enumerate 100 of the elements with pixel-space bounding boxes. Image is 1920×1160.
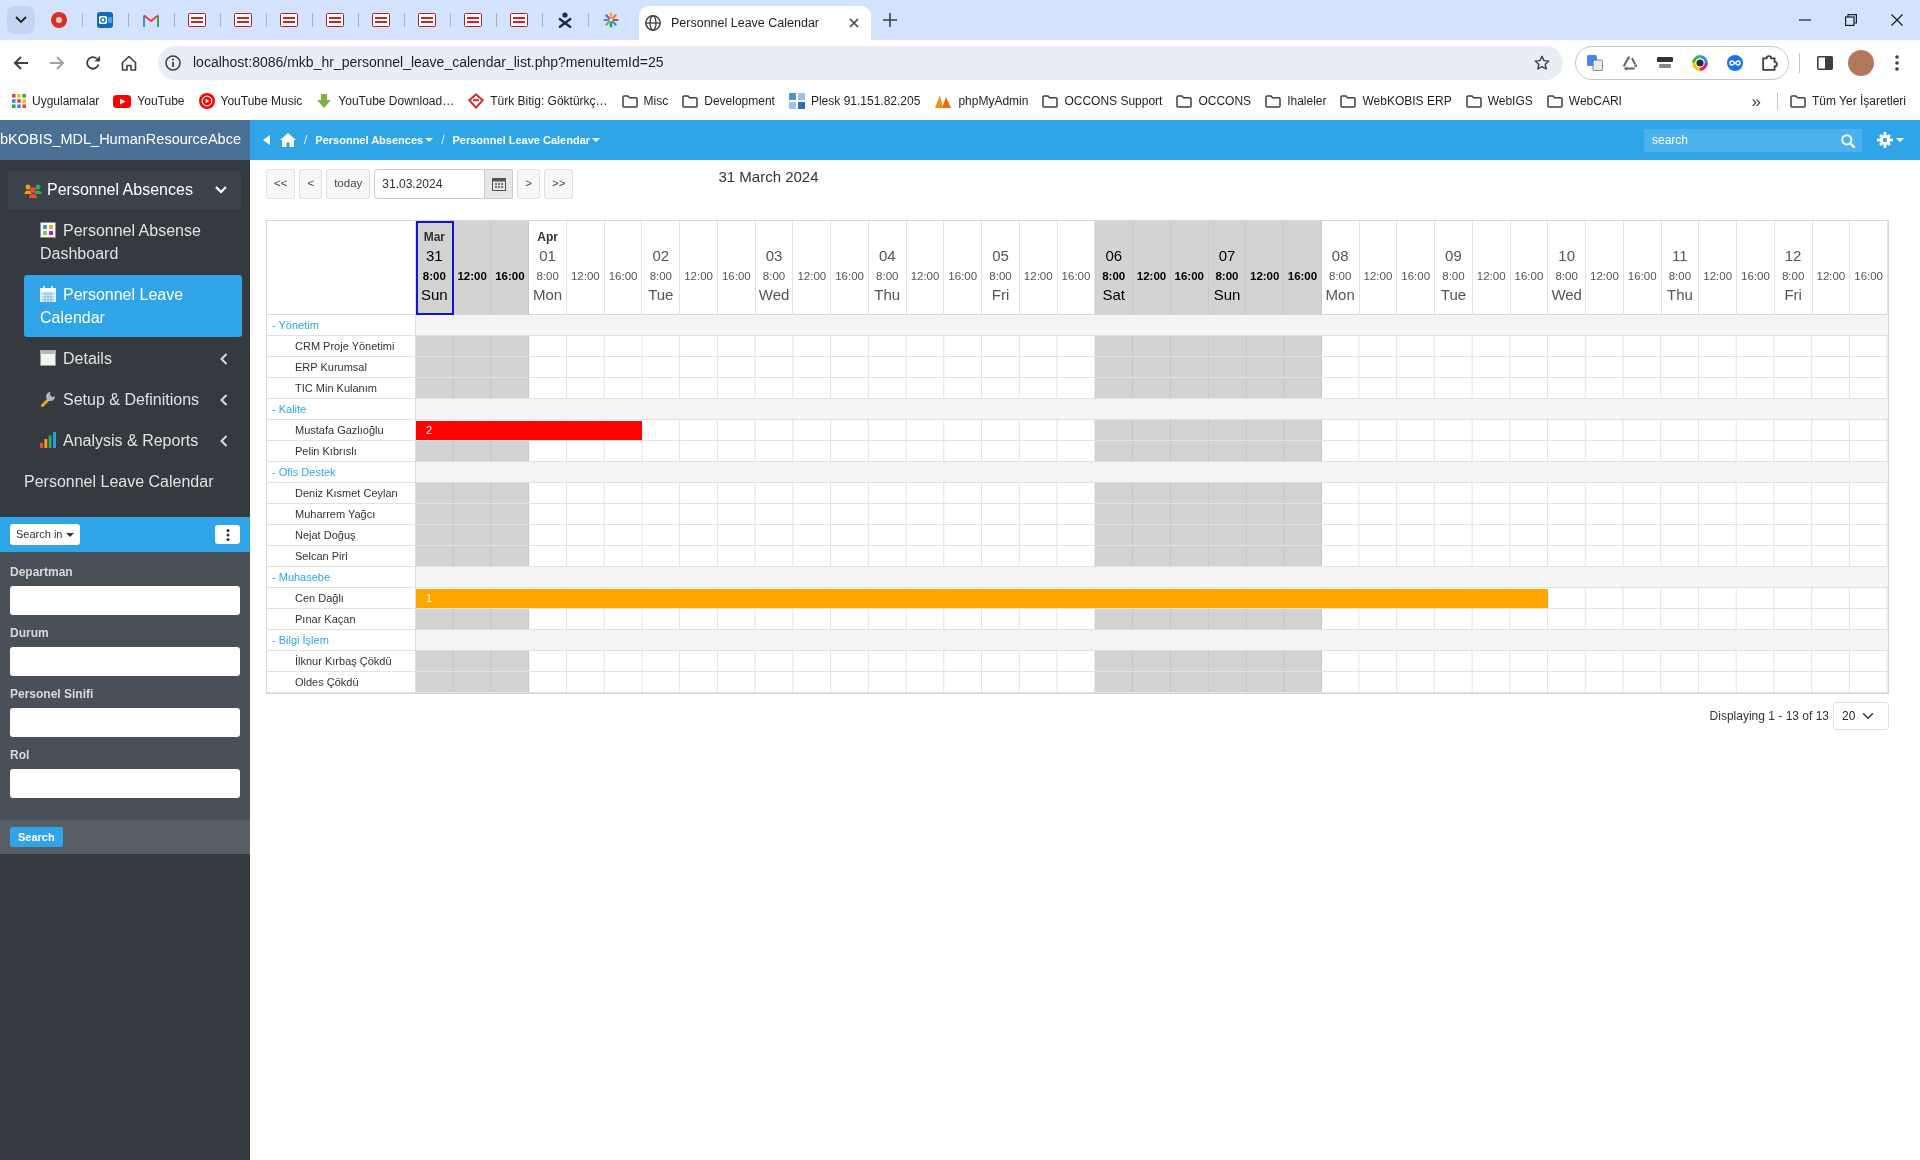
day-number: 08: [1331, 247, 1349, 265]
time-label: 16:00: [1514, 269, 1544, 283]
text-input[interactable]: [10, 647, 240, 676]
text-input[interactable]: [10, 769, 240, 798]
people-icon: [24, 182, 42, 198]
calendar-nav-button[interactable]: >>: [544, 169, 574, 199]
logo-icon: [418, 13, 436, 27]
time-label: 12:00: [1023, 269, 1053, 283]
logo-icon: [372, 13, 390, 27]
page-title: Personnel Leave Calendar: [24, 472, 214, 492]
month-label: Apr: [537, 230, 558, 244]
folder-icon: [1340, 94, 1357, 108]
bookmark-link[interactable]: OCCONS Support: [1042, 92, 1163, 110]
settings-icon: [1877, 132, 1893, 148]
time-label: 16:00: [948, 269, 978, 283]
recycle-icon[interactable]: [1621, 54, 1638, 71]
sidebar-menu-header[interactable]: Personnel Absences: [8, 171, 241, 209]
day-number: 05: [992, 247, 1009, 265]
leave-bar: 1: [416, 589, 1549, 608]
wrench-icon: [40, 391, 56, 407]
more-bookmarks-button[interactable]: »: [1751, 92, 1761, 110]
page-size-select[interactable]: 20: [1833, 702, 1889, 730]
day-number: 03: [765, 247, 783, 265]
bookmark-link[interactable]: Türk Bitig: Göktürkç…: [468, 92, 608, 110]
address-bar[interactable]: localhost:8086/mkb_hr_personnel_leave_calendar_list.php?menuItemId=25: [158, 45, 1563, 80]
calendar-title: 31 March 2024: [718, 169, 819, 185]
bookmark-link[interactable]: Misc: [621, 92, 669, 110]
logo-icon[interactable]: [1655, 55, 1674, 70]
time-label: 16:00: [721, 269, 751, 283]
tiles-icon[interactable]: [1586, 54, 1603, 71]
employee-name: Oldes Çökdü: [295, 674, 359, 690]
folder-icon: [1465, 94, 1482, 108]
time-label: 8:00: [762, 269, 786, 283]
sidebar-item[interactable]: Analysis & Reports: [24, 421, 242, 460]
bookmark-link[interactable]: Uygulamalar: [12, 92, 100, 110]
bookmark-link[interactable]: Development: [682, 92, 775, 110]
date-picker-button[interactable]: [485, 169, 514, 199]
time-label: 12:00: [1363, 269, 1393, 283]
left-triangle-icon[interactable]: [263, 135, 270, 145]
bookmark-link[interactable]: Tüm Yer İşaretleri: [1789, 92, 1906, 110]
plus-icon[interactable]: [883, 13, 897, 27]
calendar-nav-button[interactable]: <<: [266, 169, 296, 199]
search-in-button[interactable]: Search in: [10, 524, 81, 545]
calendar-nav-button[interactable]: <: [299, 169, 323, 199]
avatar[interactable]: [1848, 49, 1874, 76]
download-arrow-icon: [316, 93, 333, 109]
time-label: 8:00: [1442, 269, 1465, 283]
tab-list-button[interactable]: [7, 6, 35, 34]
bookmark-link[interactable]: YouTube Download…: [316, 92, 455, 110]
ring-icon[interactable]: [1691, 54, 1708, 71]
time-label: 8:00: [1555, 269, 1578, 283]
caret-icon: [592, 138, 601, 142]
calendar-nav-button[interactable]: >: [517, 169, 540, 199]
sidebar-item[interactable]: Setup & Definitions: [24, 380, 242, 419]
search-field[interactable]: search: [1644, 128, 1862, 152]
sail-icon: [934, 94, 953, 108]
calendar-nav-button[interactable]: today: [326, 169, 371, 199]
weekday-label: Thu: [874, 286, 901, 304]
star-icon[interactable]: [1534, 54, 1550, 71]
settings-button[interactable]: [1877, 132, 1904, 148]
home-icon[interactable]: [121, 54, 137, 71]
time-label: 12:00: [1476, 269, 1506, 283]
bar-chart-icon: [40, 432, 56, 448]
info-icon[interactable]: [165, 54, 181, 71]
close-icon[interactable]: [1891, 14, 1903, 26]
dot-icon: [51, 12, 67, 28]
close-icon[interactable]: [849, 18, 859, 28]
logo-icon: [326, 13, 344, 27]
bookmark-link[interactable]: phpMyAdmin: [934, 92, 1029, 110]
bookmark-link[interactable]: Plesk 91.151.82.205: [788, 92, 921, 110]
bookmark-link[interactable]: WebCARI: [1546, 92, 1622, 110]
bookmark-link[interactable]: YouTube: [113, 92, 185, 110]
caret-icon: [425, 138, 434, 142]
sidebar-item[interactable]: Details: [24, 339, 242, 378]
browser-tab[interactable]: Personnel Leave Calendar: [639, 6, 871, 40]
folder-icon: [1789, 94, 1806, 108]
back-arrow-icon[interactable]: [13, 54, 29, 71]
employee-name: Mustafa Gazlıoğlu: [295, 422, 384, 438]
infinity-icon[interactable]: [1726, 54, 1743, 71]
time-label: 12:00: [1250, 269, 1280, 283]
date-input[interactable]: 31.03.2024: [374, 169, 486, 199]
puzzle-icon[interactable]: [1761, 54, 1778, 71]
bookmark-link[interactable]: Ihaleler: [1265, 92, 1327, 110]
more-icon[interactable]: [1895, 54, 1899, 71]
weekday-label: Mon: [1325, 286, 1355, 304]
more-button[interactable]: [215, 525, 240, 544]
reload-icon[interactable]: [85, 54, 101, 71]
text-input[interactable]: [10, 586, 240, 615]
month-label: Mar: [423, 230, 446, 244]
bookmark-link[interactable]: WebIGS: [1465, 92, 1533, 110]
time-label: 16:00: [1401, 269, 1431, 283]
bookmark-link[interactable]: OCCONS: [1176, 92, 1252, 110]
globe-icon: [645, 15, 661, 31]
employee-name: TIC Min Kulanım: [295, 380, 377, 396]
restore-icon[interactable]: [1845, 14, 1857, 26]
bookmark-link[interactable]: YouTube Music: [198, 92, 303, 110]
text-input[interactable]: [10, 708, 240, 737]
sidebar-item[interactable]: Personnel Absense Dashboard: [24, 211, 242, 273]
bookmark-link[interactable]: WebKOBIS ERP: [1340, 92, 1452, 110]
side-panel-icon[interactable]: [1817, 55, 1833, 70]
